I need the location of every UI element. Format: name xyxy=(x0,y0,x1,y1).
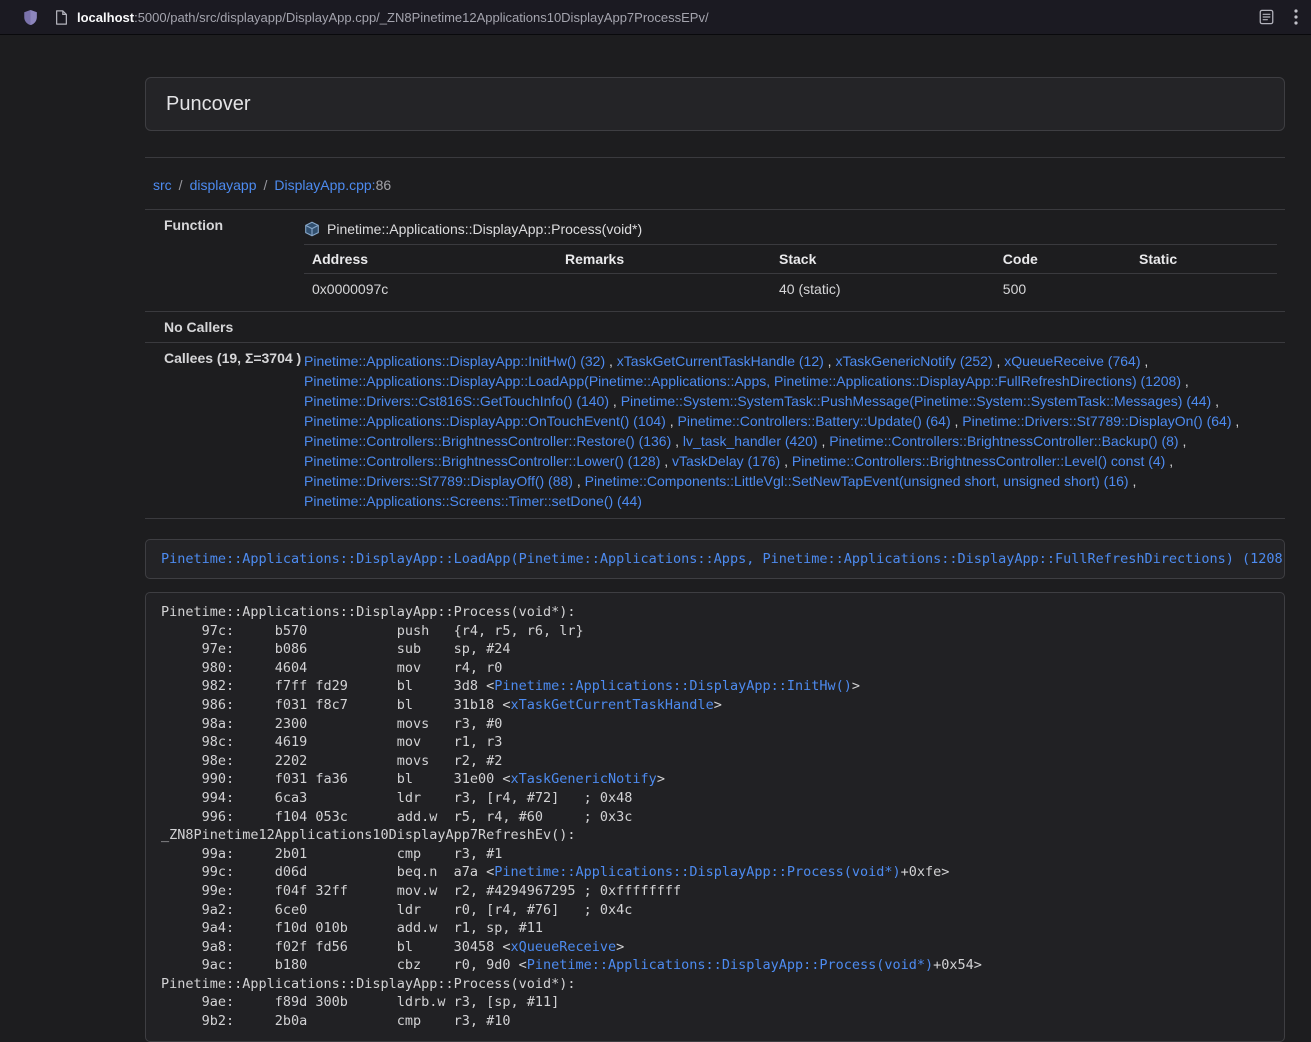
callee-link[interactable]: Pinetime::Controllers::BrightnessControl… xyxy=(304,433,671,449)
callers-row: No Callers xyxy=(145,312,1285,343)
callers-label: No Callers xyxy=(145,312,290,343)
code-line: 9ae: f89d 300b ldrb.w r3, [sp, #11] xyxy=(161,993,1269,1012)
divider xyxy=(145,157,1285,158)
stats-code: 500 xyxy=(995,274,1131,305)
stats-header-static: Static xyxy=(1131,245,1277,274)
code-line: 9a2: 6ce0 ldr r0, [r4, #76] ; 0x4c xyxy=(161,901,1269,920)
stats-header-stack: Stack xyxy=(771,245,995,274)
stats-header-row: Address Remarks Stack Code Static xyxy=(304,245,1277,274)
code-line: 982: f7ff fd29 bl 3d8 <Pinetime::Applica… xyxy=(161,677,1269,696)
browser-toolbar: localhost:5000/path/src/displayapp/Displ… xyxy=(0,0,1311,35)
callee-link[interactable]: Pinetime::Controllers::BrightnessControl… xyxy=(829,433,1178,449)
callee-link[interactable]: Pinetime::Applications::Screens::Timer::… xyxy=(304,493,642,509)
page-title: Puncover xyxy=(166,92,1264,116)
callees-row: Callees (19, Σ=3704 ) Pinetime::Applicat… xyxy=(145,343,1285,519)
stats-header-remarks: Remarks xyxy=(557,245,771,274)
url-host: localhost xyxy=(77,10,134,25)
symbol-panel: Pinetime::Applications::DisplayApp::Load… xyxy=(145,539,1285,579)
callee-link[interactable]: Pinetime::Drivers::St7789::DisplayOn() (… xyxy=(962,413,1231,429)
code-symbol-link[interactable]: Pinetime::Applications::DisplayApp::Proc… xyxy=(527,957,933,973)
app-header: Puncover xyxy=(145,77,1285,131)
breadcrumb-line-number: 86 xyxy=(376,177,392,193)
callee-link[interactable]: vTaskDelay (176) xyxy=(672,453,780,469)
callee-link[interactable]: Pinetime::Controllers::BrightnessControl… xyxy=(304,453,660,469)
callee-link[interactable]: Pinetime::Applications::DisplayApp::Init… xyxy=(304,353,605,369)
symbol-link[interactable]: Pinetime::Applications::DisplayApp::Load… xyxy=(161,551,1285,567)
url-path: :5000/path/src/displayapp/DisplayApp.cpp… xyxy=(134,10,709,25)
stats-row: 0x0000097c 40 (static) 500 xyxy=(304,274,1277,305)
code-line: 9a4: f10d 010b add.w r1, sp, #11 xyxy=(161,919,1269,938)
function-table: Function Pinetime::Applications::Display… xyxy=(145,209,1285,519)
shield-icon[interactable] xyxy=(23,9,38,26)
code-symbol-link[interactable]: Pinetime::Applications::DisplayApp::Proc… xyxy=(494,864,900,880)
callee-link[interactable]: lv_task_handler (420) xyxy=(683,433,818,449)
callees-list: Pinetime::Applications::DisplayApp::Init… xyxy=(290,343,1285,519)
function-row-label: Function xyxy=(145,210,290,312)
page-content: Puncover src / displayapp / DisplayApp.cpp:8… xyxy=(145,77,1285,1042)
callee-link[interactable]: Pinetime::Controllers::BrightnessControl… xyxy=(792,453,1165,469)
code-line: 994: 6ca3 ldr r3, [r4, #72] ; 0x48 xyxy=(161,789,1269,808)
breadcrumb-separator: / xyxy=(264,177,268,193)
breadcrumb: src / displayapp / DisplayApp.cpp:86 xyxy=(145,175,1285,195)
code-line: 99a: 2b01 cmp r3, #1 xyxy=(161,845,1269,864)
overflow-menu-icon[interactable] xyxy=(1294,9,1298,25)
code-line: 98a: 2300 movs r3, #0 xyxy=(161,715,1269,734)
code-line: 986: f031 f8c7 bl 31b18 <xTaskGetCurrent… xyxy=(161,696,1269,715)
callees-label: Callees (19, Σ=3704 ) xyxy=(145,343,290,519)
code-line: 980: 4604 mov r4, r0 xyxy=(161,659,1269,678)
callee-link[interactable]: Pinetime::Applications::DisplayApp::Load… xyxy=(304,373,1181,389)
callers-cell xyxy=(290,312,1285,343)
code-line: 9b2: 2b0a cmp r3, #10 xyxy=(161,1012,1269,1031)
code-symbol-link[interactable]: xTaskGenericNotify xyxy=(511,771,657,787)
code-line: 99e: f04f 32ff mov.w r2, #4294967295 ; 0… xyxy=(161,882,1269,901)
disassembly-panel: Pinetime::Applications::DisplayApp::Proc… xyxy=(145,592,1285,1042)
reader-view-icon[interactable] xyxy=(1259,9,1274,25)
callee-link[interactable]: Pinetime::Drivers::St7789::DisplayOff() … xyxy=(304,473,573,489)
code-symbol-link[interactable]: xQueueReceive xyxy=(511,939,617,955)
code-line: 97e: b086 sub sp, #24 xyxy=(161,640,1269,659)
address-bar[interactable]: localhost:5000/path/src/displayapp/Displ… xyxy=(77,10,1259,25)
disassembly-code: Pinetime::Applications::DisplayApp::Proc… xyxy=(161,603,1269,1031)
code-line: 9a8: f02f fd56 bl 30458 <xQueueReceive> xyxy=(161,938,1269,957)
code-line: Pinetime::Applications::DisplayApp::Proc… xyxy=(161,975,1269,994)
code-line: 996: f104 053c add.w r5, r4, #60 ; 0x3c xyxy=(161,808,1269,827)
callee-link[interactable]: Pinetime::Applications::DisplayApp::OnTo… xyxy=(304,413,666,429)
callee-link[interactable]: xTaskGenericNotify (252) xyxy=(835,353,992,369)
breadcrumb-link-displayapp[interactable]: displayapp xyxy=(190,177,257,193)
function-row: Function Pinetime::Applications::Display… xyxy=(145,210,1285,312)
code-line: _ZN8Pinetime12Applications10DisplayApp7R… xyxy=(161,826,1269,845)
code-line: 99c: d06d beq.n a7a <Pinetime::Applicati… xyxy=(161,863,1269,882)
callee-link[interactable]: xQueueReceive (764) xyxy=(1004,353,1140,369)
breadcrumb-link-file[interactable]: DisplayApp.cpp: xyxy=(274,177,375,193)
callee-link[interactable]: Pinetime::Drivers::Cst816S::GetTouchInfo… xyxy=(304,393,609,409)
page-info-icon[interactable] xyxy=(55,10,68,25)
callee-link[interactable]: Pinetime::Controllers::Battery::Update()… xyxy=(678,413,951,429)
stats-stack: 40 (static) xyxy=(771,274,995,305)
stats-address: 0x0000097c xyxy=(304,274,557,305)
stats-static xyxy=(1131,274,1277,305)
code-line: Pinetime::Applications::DisplayApp::Proc… xyxy=(161,603,1269,622)
breadcrumb-separator: / xyxy=(179,177,183,193)
code-line: 990: f031 fa36 bl 31e00 <xTaskGenericNot… xyxy=(161,770,1269,789)
function-name: Pinetime::Applications::DisplayApp::Proc… xyxy=(327,219,642,239)
stats-remarks xyxy=(557,274,771,305)
code-symbol-link[interactable]: xTaskGetCurrentTaskHandle xyxy=(511,697,714,713)
callee-link[interactable]: Pinetime::Components::LittleVgl::SetNewT… xyxy=(585,473,1129,489)
callee-link[interactable]: xTaskGetCurrentTaskHandle (12) xyxy=(617,353,824,369)
code-line: 98c: 4619 mov r1, r3 xyxy=(161,733,1269,752)
code-line: 98e: 2202 movs r2, #2 xyxy=(161,752,1269,771)
stats-header-code: Code xyxy=(995,245,1131,274)
function-cube-icon xyxy=(304,221,320,237)
breadcrumb-link-src[interactable]: src xyxy=(153,177,172,193)
code-line: 9ac: b180 cbz r0, 9d0 <Pinetime::Applica… xyxy=(161,956,1269,975)
callee-link[interactable]: Pinetime::System::SystemTask::PushMessag… xyxy=(621,393,1212,409)
code-line: 97c: b570 push {r4, r5, r6, lr} xyxy=(161,622,1269,641)
stats-header-address: Address xyxy=(304,245,557,274)
stats-table: Address Remarks Stack Code Static 0x0000… xyxy=(304,244,1277,304)
code-symbol-link[interactable]: Pinetime::Applications::DisplayApp::Init… xyxy=(494,678,852,694)
